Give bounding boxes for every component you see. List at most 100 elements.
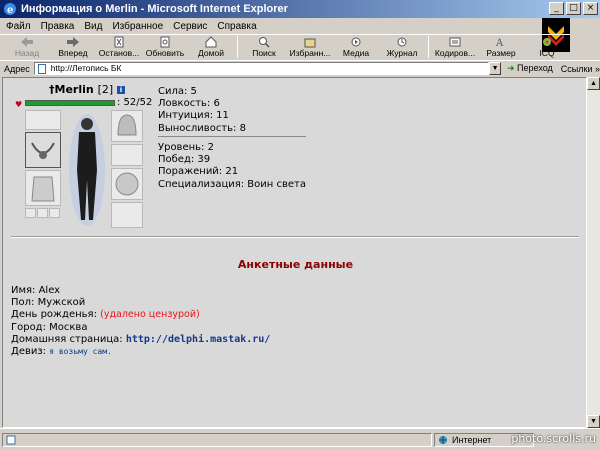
media-icon: [351, 37, 361, 47]
globe-icon: [439, 435, 447, 444]
toolbar-separator: [428, 36, 429, 58]
stat-agility: Ловкость: 6: [158, 98, 220, 110]
forward-arrow-icon: [67, 37, 79, 47]
stop-button[interactable]: Останов...: [96, 35, 142, 58]
svg-text:A: A: [495, 38, 504, 48]
profile-sex: Пол: Мужской: [11, 297, 86, 309]
maximize-button[interactable]: □: [566, 2, 581, 15]
icq-button[interactable]: ICQ: [524, 35, 570, 58]
window-title: Информация о Merlin - Microsoft Internet…: [21, 3, 288, 15]
menu-help[interactable]: Справка: [217, 21, 256, 32]
record-specialization: Специализация: Воин света: [158, 178, 307, 190]
armor-slot[interactable]: [25, 170, 61, 206]
history-button[interactable]: Журнал: [379, 35, 425, 58]
vertical-scrollbar[interactable]: ▲ ▼: [587, 77, 600, 428]
encoding-button[interactable]: Кодиров...: [432, 35, 478, 58]
page-status-icon: [6, 435, 16, 444]
birthday-value: (удалено цензурой): [100, 309, 200, 321]
menu-bar: Файл Правка Вид Избранное Сервис Справка: [0, 18, 540, 34]
back-arrow-icon: [21, 37, 33, 47]
menu-tools[interactable]: Сервис: [173, 21, 207, 32]
menu-favorites[interactable]: Избранное: [112, 21, 163, 32]
birthday-label: День рожденья:: [11, 309, 101, 321]
stop-icon: [114, 36, 124, 48]
menu-file[interactable]: Файл: [6, 21, 31, 32]
menu-edit[interactable]: Правка: [41, 21, 75, 32]
address-input[interactable]: http://Летопись БК: [33, 62, 490, 75]
gloves-slot[interactable]: [111, 144, 143, 166]
homepage-label: Домашняя страница:: [11, 333, 126, 345]
helmet-slot[interactable]: [111, 110, 143, 142]
hp-bar: [25, 100, 115, 106]
encoding-icon: [449, 37, 461, 47]
toolbar: Назад Вперед Останов... Обновить Домой П…: [0, 34, 570, 60]
toolbar-separator: [237, 36, 238, 58]
back-button[interactable]: Назад: [4, 35, 50, 58]
stat-endurance: Выносливость: 8: [158, 122, 246, 134]
shield-icon: [115, 172, 139, 196]
favorites-button[interactable]: Избранн...: [287, 35, 333, 58]
boots-slot[interactable]: [111, 202, 143, 228]
character-name: Merlin: [54, 83, 94, 96]
armor-icon: [31, 176, 55, 202]
character-stats: Сила: 5 Ловкость: 6 Интуиция: 11 Выносли…: [158, 86, 246, 135]
address-url: http://Летопись БК: [50, 63, 122, 73]
svg-text:e: e: [7, 5, 13, 16]
menu-view[interactable]: Вид: [84, 21, 102, 32]
zone-label: Интернет: [452, 434, 492, 445]
profile-details: Имя: Alex Пол: Мужской День рожденья: (у…: [11, 285, 270, 358]
character-info-icon[interactable]: i: [117, 86, 125, 94]
profile-homepage: Домашняя страница: http://delphi.mastak.…: [11, 334, 270, 346]
heart-icon: ♥: [15, 100, 23, 109]
home-icon: [205, 36, 217, 48]
amulet-slot[interactable]: [25, 132, 61, 168]
record-level: Уровень: 2: [158, 142, 214, 153]
refresh-icon: [160, 36, 170, 48]
search-icon: [259, 37, 270, 48]
forward-button[interactable]: Вперед: [50, 35, 96, 58]
necklace-icon: [31, 142, 55, 159]
favorites-folder-icon: [304, 38, 316, 48]
ring-slot-2[interactable]: [37, 208, 48, 218]
home-button[interactable]: Домой: [188, 35, 234, 58]
search-button[interactable]: Поиск: [241, 35, 287, 58]
scroll-down-button[interactable]: ▼: [587, 415, 600, 428]
address-dropdown-button[interactable]: ▼: [489, 62, 501, 75]
go-button[interactable]: ➜ Переход: [507, 63, 553, 74]
helmet-icon: [117, 114, 137, 136]
helmet-slot-left[interactable]: [25, 110, 61, 130]
internet-explorer-icon: e: [4, 3, 16, 16]
motto-value: я возьму сам.: [49, 347, 112, 357]
page-content: †Merlin [2] i ♥ : 52/52 Сила: 5 Ловкость…: [2, 77, 587, 428]
minimize-button[interactable]: _: [549, 2, 564, 15]
status-message-cell: [2, 432, 432, 447]
media-button[interactable]: Медиа: [333, 35, 379, 58]
profile-birthday: День рожденья: (удалено цензурой): [11, 309, 270, 321]
browser-window: e Информация о Merlin - Microsoft Intern…: [0, 0, 600, 450]
shield-slot[interactable]: [111, 168, 143, 200]
record-wins: Побед: 39: [158, 154, 211, 166]
address-bar: Адрес http://Летопись БК ▼ ➜ Переход Ссы…: [0, 60, 600, 76]
ring-slot-3[interactable]: [49, 208, 60, 218]
title-bar: e Информация о Merlin - Microsoft Intern…: [0, 0, 600, 18]
links-button[interactable]: Ссылки »: [561, 64, 600, 74]
character-avatar-panel: [21, 110, 147, 228]
section-divider: [11, 236, 579, 238]
text-size-button[interactable]: A Размер: [478, 35, 524, 58]
page-icon: [37, 64, 46, 74]
refresh-button[interactable]: Обновить: [142, 35, 188, 58]
profile-section-title: Анкетные данные: [237, 258, 354, 271]
stat-strength: Сила: 5: [158, 86, 197, 97]
profile-city: Город: Москва: [11, 321, 88, 333]
stats-divider: [158, 136, 306, 137]
character-name-line: †Merlin [2] i: [49, 83, 125, 96]
close-button[interactable]: ×: [583, 2, 598, 15]
hp-bar-fill: [26, 101, 114, 105]
scroll-up-button[interactable]: ▲: [587, 77, 600, 90]
ring-slot-1[interactable]: [25, 208, 36, 218]
stat-intuition: Интуиция: 11: [158, 110, 229, 122]
profile-name: Имя: Alex: [11, 285, 61, 296]
homepage-link[interactable]: http://delphi.mastak.ru/: [126, 334, 271, 345]
hp-value: : 52/52: [117, 97, 153, 108]
character-level: [2]: [97, 83, 114, 96]
